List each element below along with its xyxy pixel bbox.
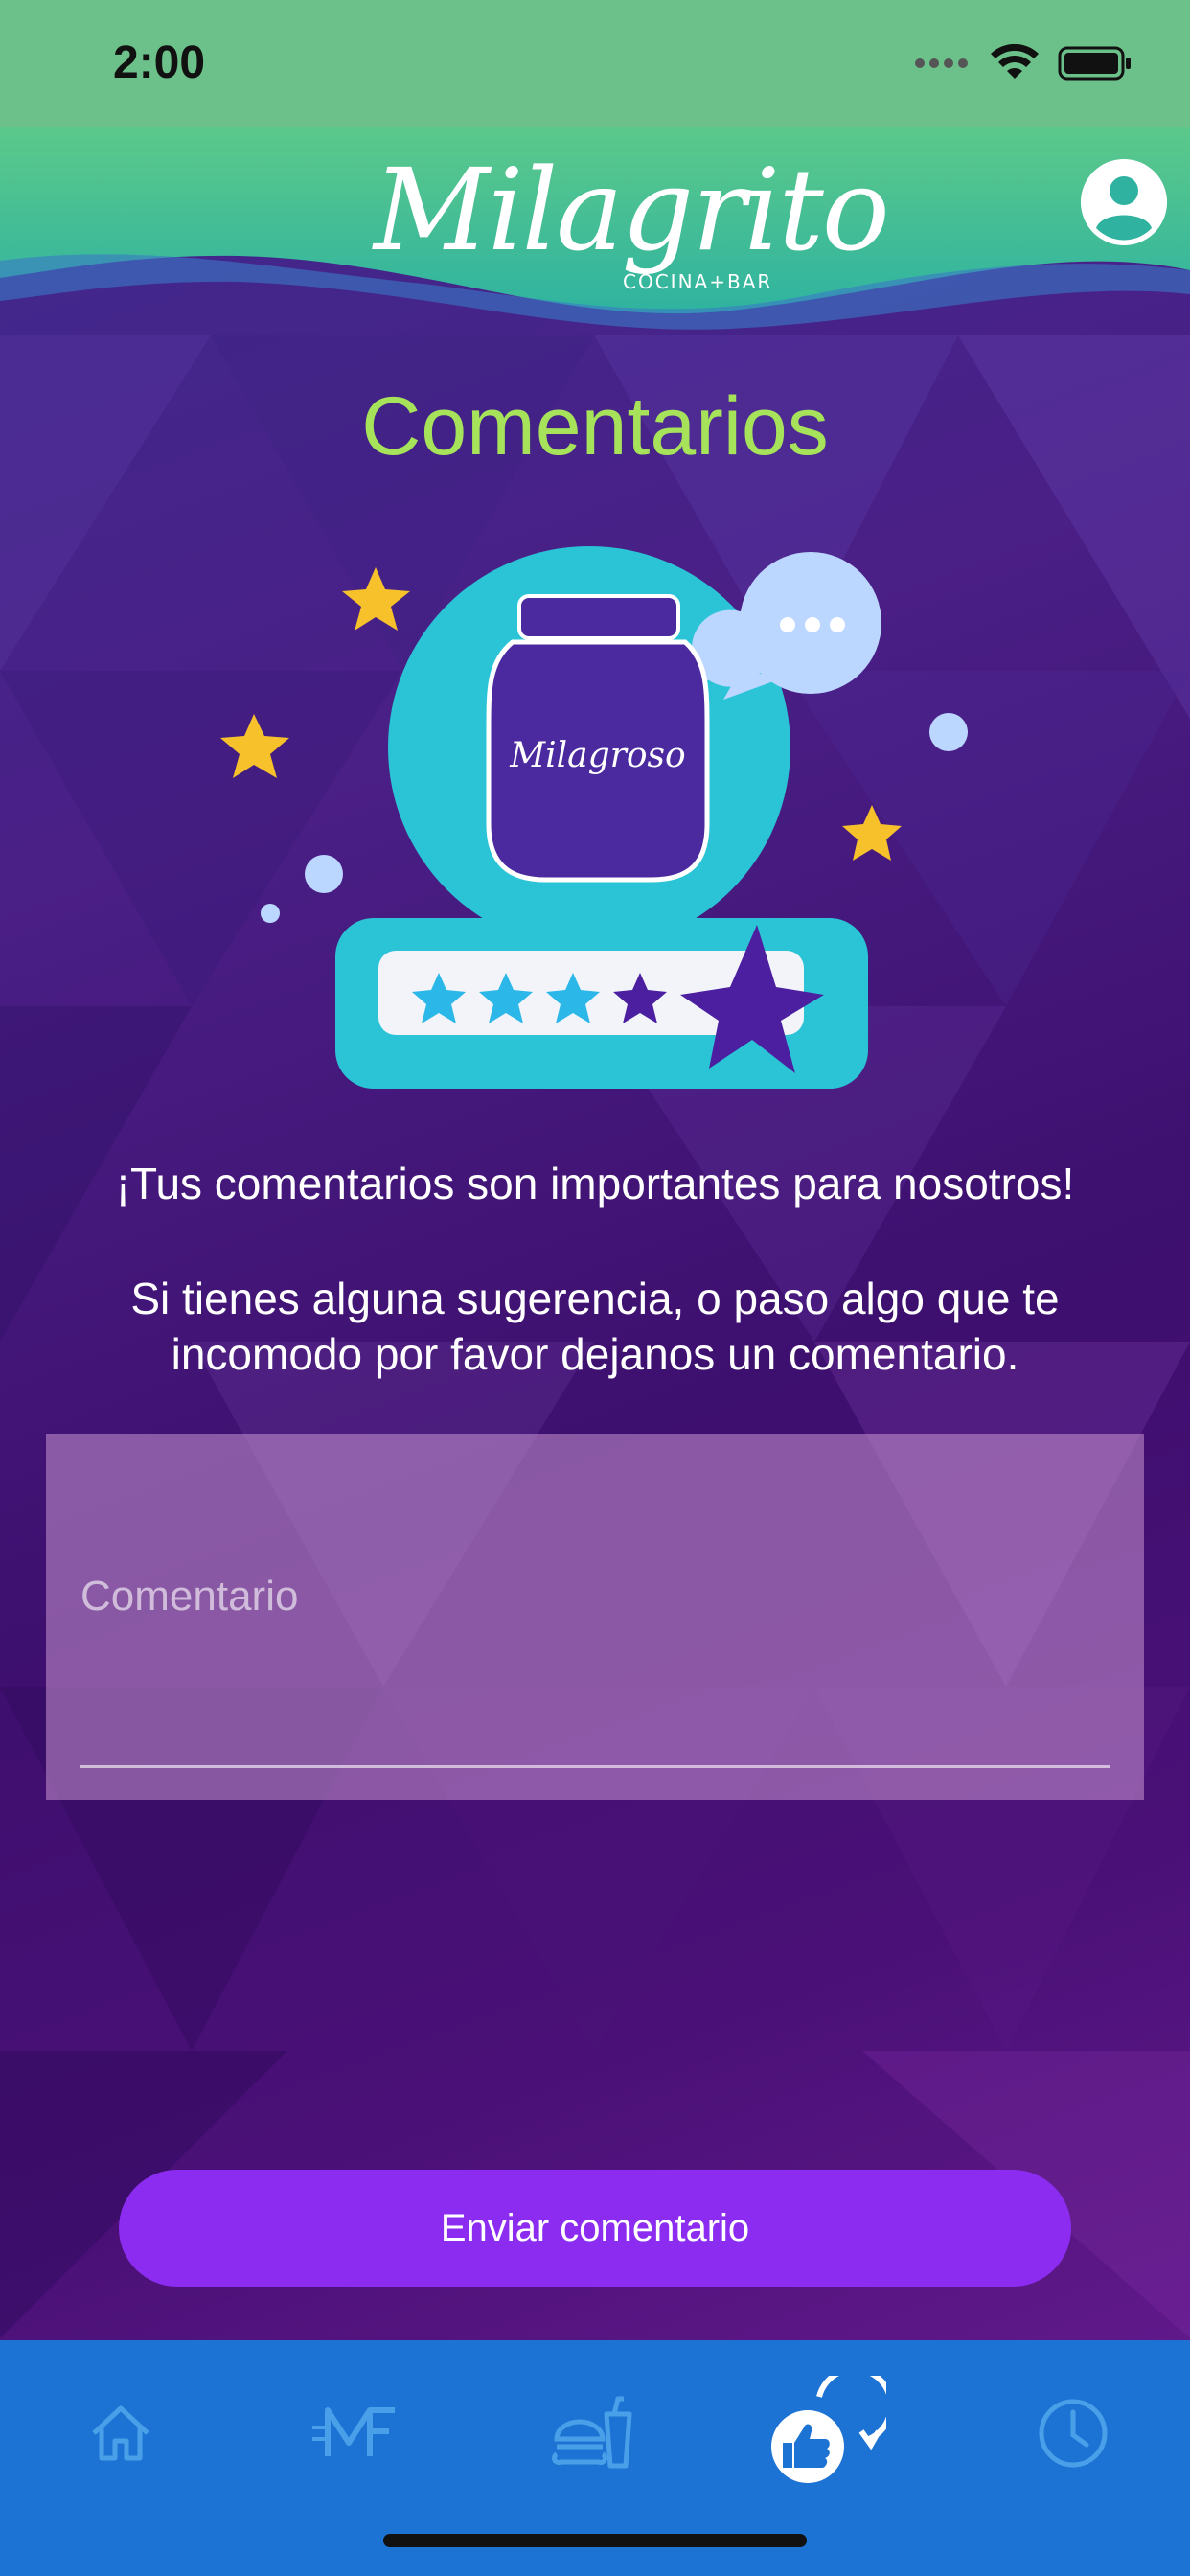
feedback-illustration: Milagroso	[220, 546, 968, 1089]
wifi-icon	[991, 44, 1039, 79]
tab-comments[interactable]	[738, 2361, 910, 2505]
home-icon	[92, 2405, 149, 2461]
logo: Milagrito	[374, 144, 890, 276]
logo-subtitle: COCINA+BAR	[623, 270, 773, 293]
milagrito-logo-icon	[312, 2407, 395, 2456]
food-icon	[552, 2396, 632, 2469]
battery-icon	[1058, 46, 1131, 80]
tab-milagrito[interactable]	[270, 2361, 443, 2505]
comment-underline	[80, 1765, 1110, 1768]
user-profile-icon	[1081, 159, 1167, 245]
feedback-thumbs-up-icon	[771, 2376, 886, 2483]
tab-food[interactable]	[508, 2361, 680, 2505]
status-icons	[914, 42, 1133, 84]
status-time: 2:00	[113, 37, 206, 88]
signal-icon	[915, 58, 968, 68]
tab-home[interactable]	[34, 2361, 207, 2505]
profile-button[interactable]	[1081, 159, 1167, 245]
message-primary: ¡Tus comentarios son importantes para no…	[115, 1159, 1075, 1208]
send-comment-button[interactable]: Enviar comentario	[119, 2170, 1071, 2287]
home-indicator	[383, 2534, 807, 2547]
comment-box	[46, 1434, 1144, 1800]
tab-history[interactable]	[987, 2361, 1159, 2505]
comment-input[interactable]	[80, 1558, 1110, 1635]
jar-label: Milagroso	[509, 736, 685, 775]
status-bar: 2:00	[0, 0, 1190, 126]
clock-icon	[1039, 2399, 1108, 2468]
message-secondary: Si tienes alguna sugerencia, o paso algo…	[130, 1274, 1060, 1379]
page-title: Comentarios	[361, 380, 829, 472]
